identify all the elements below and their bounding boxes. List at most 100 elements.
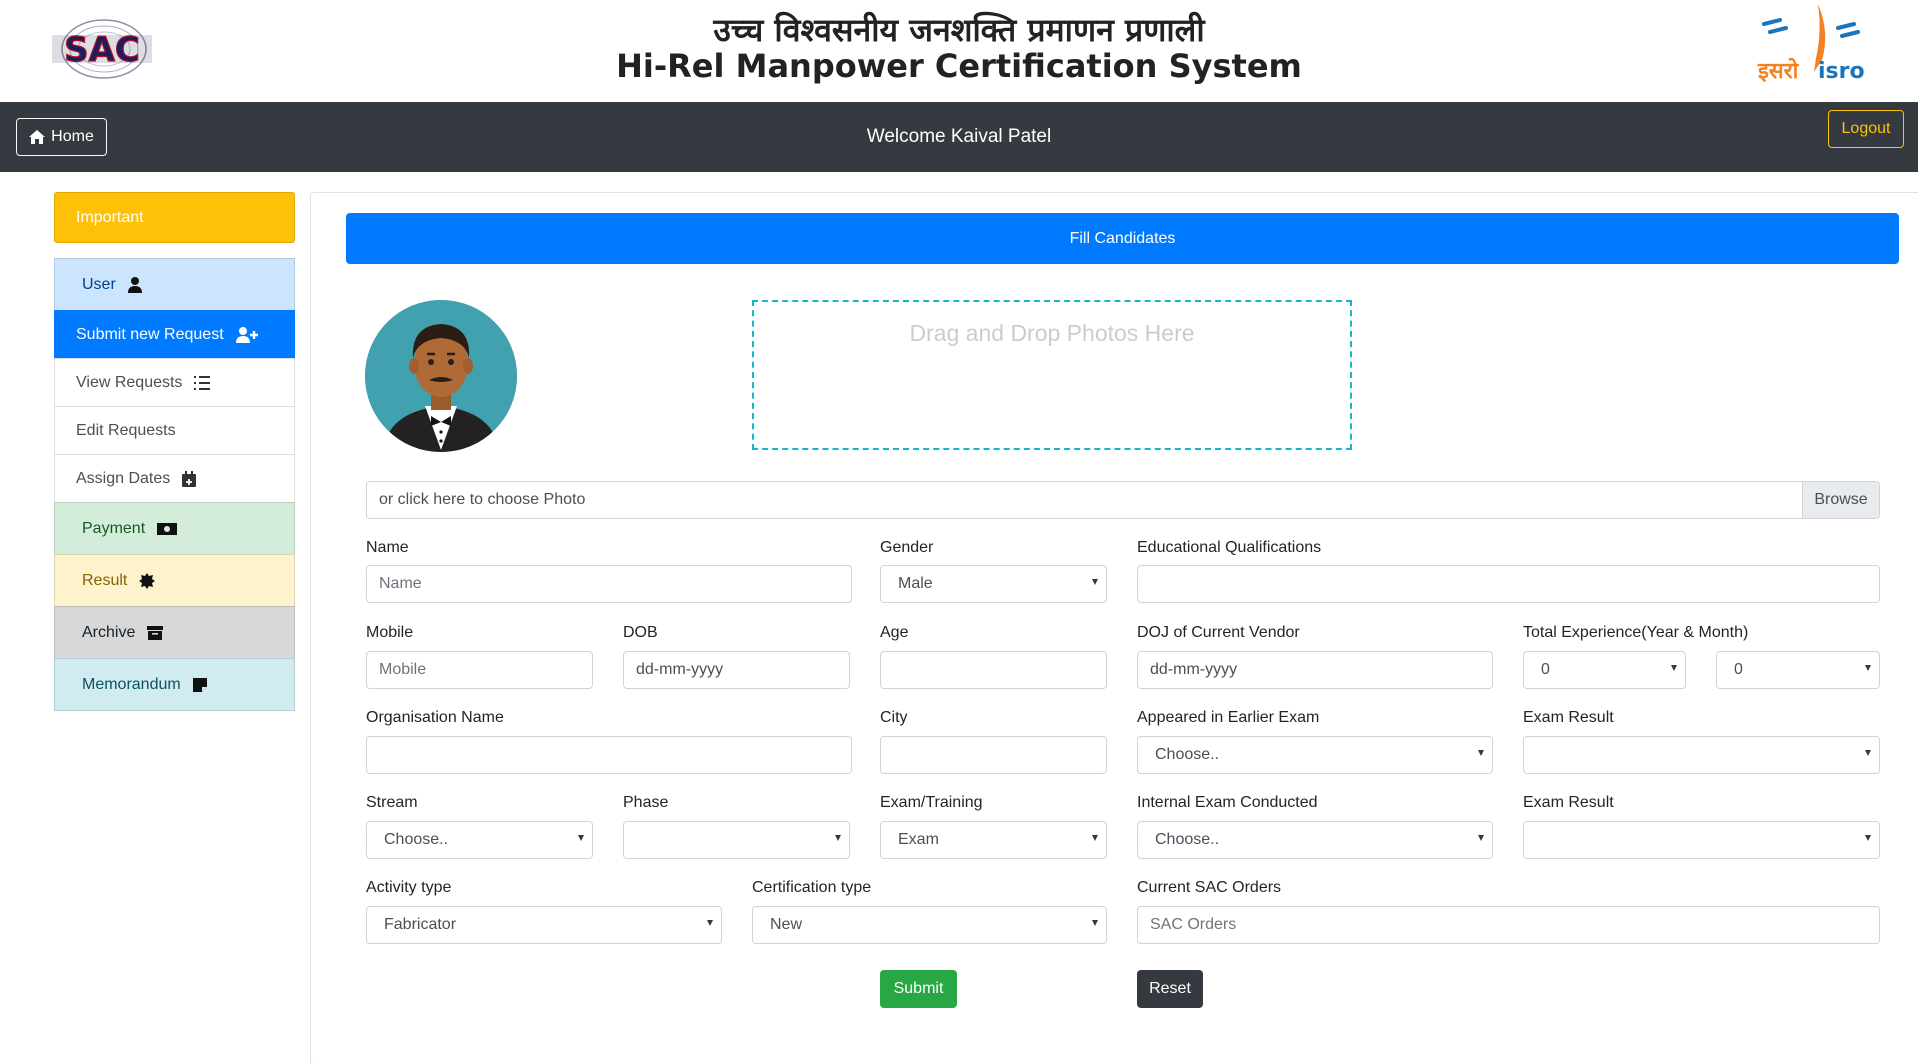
- photo-dropzone[interactable]: Drag and Drop Photos Here: [752, 300, 1352, 450]
- chevron-down-icon: [835, 835, 841, 841]
- archive-icon: [147, 625, 164, 640]
- fill-candidates-header: Fill Candidates: [346, 213, 1899, 264]
- chevron-down-icon: [1865, 750, 1871, 756]
- chevron-down-icon: [1092, 579, 1098, 585]
- sidebar-item-view-requests[interactable]: View Requests: [54, 358, 295, 407]
- sidebar-item-label: Result: [82, 571, 128, 589]
- phase-select[interactable]: [623, 821, 850, 859]
- chevron-down-icon: [1478, 835, 1484, 841]
- sac-orders-label: Current SAC Orders: [1137, 879, 1282, 896]
- isro-hindi-text: इसरो: [1757, 57, 1800, 84]
- sac-orders-placeholder: SAC Orders: [1150, 916, 1237, 933]
- experience-years-select[interactable]: 0: [1523, 651, 1686, 689]
- sidebar-item-memorandum[interactable]: Memorandum: [54, 658, 295, 711]
- sticky-note-icon: [192, 677, 207, 692]
- sidebar-item-edit-requests[interactable]: Edit Requests: [54, 406, 295, 455]
- home-button[interactable]: Home: [16, 118, 107, 156]
- sidebar-item-label: Submit new Request: [76, 325, 224, 343]
- sac-orders-input[interactable]: SAC Orders: [1137, 906, 1880, 944]
- sidebar-item-label: View Requests: [76, 373, 183, 391]
- dropzone-text: Drag and Drop Photos Here: [909, 320, 1195, 346]
- sidebar-item-result[interactable]: Result: [54, 554, 295, 607]
- file-input-label: or click here to choose Photo: [379, 491, 586, 508]
- doj-placeholder: dd-mm-yyyy: [1150, 661, 1238, 678]
- mobile-input[interactable]: Mobile: [366, 651, 593, 689]
- stream-select[interactable]: Choose..: [366, 821, 593, 859]
- city-input[interactable]: [880, 736, 1107, 774]
- header: SAC उच्च विश्वसनीय जनशक्ति प्रमाणन प्रणा…: [0, 0, 1918, 102]
- sidebar-item-submit-new-request[interactable]: Submit new Request: [54, 310, 295, 359]
- avatar-frame: [364, 299, 517, 452]
- sidebar-item-user[interactable]: User: [54, 258, 295, 311]
- internal-exam-select[interactable]: Choose..: [1137, 821, 1493, 859]
- dob-input[interactable]: dd-mm-yyyy: [623, 651, 850, 689]
- appeared-earlier-select[interactable]: Choose..: [1137, 736, 1493, 774]
- submit-button[interactable]: Submit: [880, 970, 957, 1008]
- certification-type-label: Certification type: [752, 879, 872, 896]
- doj-input[interactable]: dd-mm-yyyy: [1137, 651, 1493, 689]
- stream-value: Choose..: [384, 831, 449, 848]
- calendar-plus-icon: [182, 470, 197, 487]
- sidebar-item-payment[interactable]: Payment: [54, 502, 295, 555]
- edu-qualifications-label: Educational Qualifications: [1137, 539, 1322, 556]
- chevron-down-icon: [1865, 665, 1871, 671]
- activity-type-select[interactable]: Fabricator: [366, 906, 722, 944]
- activity-type-value: Fabricator: [384, 916, 457, 933]
- experience-months-value: 0: [1734, 661, 1743, 678]
- organisation-input[interactable]: [366, 736, 852, 774]
- sidebar-item-label: Edit Requests: [76, 421, 176, 439]
- browse-button[interactable]: Browse: [1802, 482, 1879, 518]
- user-icon: [127, 276, 142, 293]
- name-input[interactable]: Name: [366, 565, 852, 603]
- appeared-earlier-value: Choose..: [1155, 746, 1220, 763]
- name-label: Name: [366, 539, 409, 556]
- chevron-down-icon: [1092, 920, 1098, 926]
- doj-label: DOJ of Current Vendor: [1137, 624, 1300, 641]
- sidebar: Important User Submit new Request View R…: [54, 192, 295, 711]
- avatar-image: [365, 300, 517, 452]
- certification-type-value: New: [770, 916, 803, 933]
- logout-button[interactable]: Logout: [1828, 110, 1904, 148]
- gender-label: Gender: [880, 539, 934, 556]
- chevron-down-icon: [1865, 835, 1871, 841]
- phase-label: Phase: [623, 794, 669, 811]
- navbar: Home Welcome Kaival Patel Logout: [0, 102, 1918, 172]
- organisation-label: Organisation Name: [366, 709, 504, 726]
- certification-type-select[interactable]: New: [752, 906, 1107, 944]
- important-button[interactable]: Important: [54, 192, 295, 243]
- list-icon: [194, 375, 211, 390]
- exam-training-select[interactable]: Exam: [880, 821, 1107, 859]
- home-button-label: Home: [51, 128, 94, 145]
- home-icon: [29, 130, 46, 144]
- chevron-down-icon: [1671, 665, 1677, 671]
- total-experience-label: Total Experience(Year & Month): [1523, 624, 1749, 641]
- user-plus-icon: [235, 326, 258, 343]
- mobile-placeholder: Mobile: [379, 661, 427, 678]
- reset-button[interactable]: Reset: [1137, 970, 1203, 1008]
- exam-result-2-select[interactable]: [1523, 821, 1880, 859]
- sidebar-item-label: Payment: [82, 519, 146, 537]
- name-placeholder: Name: [379, 575, 422, 592]
- avatar: [365, 300, 517, 452]
- sidebar-item-archive[interactable]: Archive: [54, 606, 295, 659]
- activity-type-label: Activity type: [366, 879, 452, 896]
- page-title-hindi: उच्च विश्वसनीय जनशक्ति प्रमाणन प्रणाली: [713, 11, 1205, 49]
- isro-logo: इसरो isro: [1757, 4, 1865, 84]
- sidebar-item-label: Archive: [82, 623, 136, 641]
- chevron-down-icon: [707, 920, 713, 926]
- exam-training-value: Exam: [898, 831, 939, 848]
- photo-file-input[interactable]: or click here to choose Photo Browse: [366, 481, 1880, 519]
- gender-select[interactable]: Male: [880, 565, 1107, 603]
- sidebar-item-assign-dates[interactable]: Assign Dates: [54, 454, 295, 503]
- welcome-text: Welcome Kaival Patel: [866, 126, 1052, 147]
- exam-training-label: Exam/Training: [880, 794, 983, 811]
- age-label: Age: [880, 624, 909, 641]
- edu-qualifications-input[interactable]: [1137, 565, 1880, 603]
- sidebar-nav: User Submit new Request View Requests Ed…: [54, 258, 295, 711]
- exam-result-select[interactable]: [1523, 736, 1880, 774]
- age-input[interactable]: [880, 651, 1107, 689]
- chevron-down-icon: [1092, 835, 1098, 841]
- internal-exam-label: Internal Exam Conducted: [1137, 794, 1318, 811]
- exam-result-2-label: Exam Result: [1523, 794, 1614, 811]
- experience-months-select[interactable]: 0: [1716, 651, 1880, 689]
